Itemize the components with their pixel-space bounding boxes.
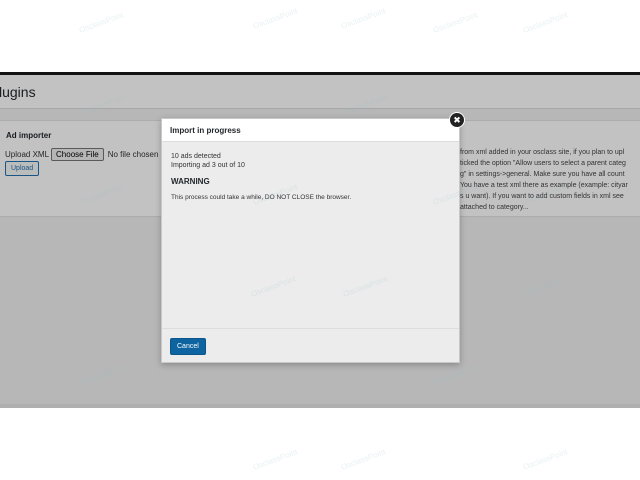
close-modal-button[interactable]: ✖ (449, 112, 465, 128)
close-icon: ✖ (453, 114, 461, 125)
modal-header: Import in progress (162, 119, 459, 142)
watermark: OsclassPoint (251, 447, 299, 472)
watermark: OsclassPoint (251, 6, 299, 31)
watermark: OsclassPoint (521, 10, 569, 35)
import-progress-text: Importing ad 3 out of 10 (171, 162, 245, 169)
page: lugins Ad importer Upload XML Choose Fil… (0, 0, 640, 480)
watermark: OsclassPoint (77, 10, 125, 35)
import-progress-modal: Import in progress 10 ads detected Impor… (161, 118, 460, 363)
watermark: OsclassPoint (339, 6, 387, 31)
warning-text: This process could take a while, DO NOT … (171, 194, 352, 201)
modal-body: 10 ads detected Importing ad 3 out of 10… (162, 142, 459, 211)
watermark: OsclassPoint (339, 447, 387, 472)
watermark: OsclassPoint (431, 10, 479, 35)
modal-title: Import in progress (170, 126, 241, 135)
watermark: OsclassPoint (521, 447, 569, 472)
warning-heading: WARNING (171, 177, 210, 186)
ads-detected-text: 10 ads detected (171, 153, 221, 160)
modal-footer: Cancel (162, 328, 459, 362)
cancel-button[interactable]: Cancel (170, 338, 206, 355)
